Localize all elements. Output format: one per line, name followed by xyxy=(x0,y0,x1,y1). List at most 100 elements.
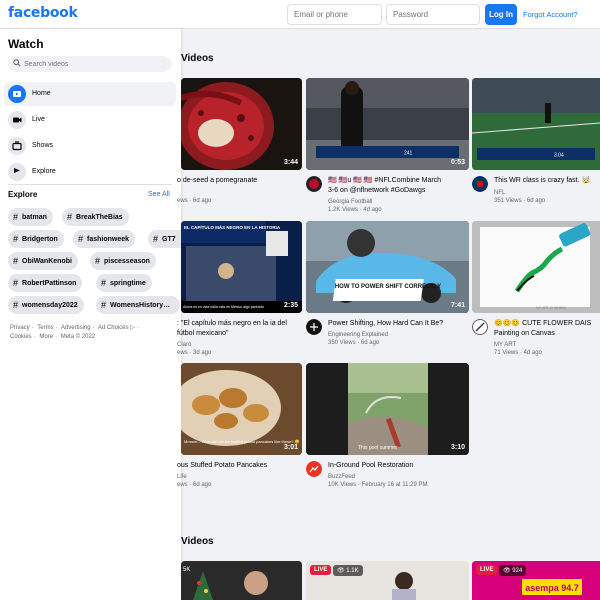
video-thumbnail[interactable]: MY ART CHANNEL xyxy=(472,221,600,313)
video-meta: 350 Views · 6d ago xyxy=(328,340,380,346)
sidebar-item-shows[interactable]: Shows xyxy=(4,134,176,158)
hashtag-chip[interactable]: # fashionweek xyxy=(73,230,136,248)
video-thumbnail[interactable]: 5K xyxy=(181,561,302,600)
video-title[interactable]: ous Stuffed Potato Pancakes xyxy=(177,461,295,471)
sidebar-item-label: Shows xyxy=(32,142,54,149)
eye-icon: 👁 xyxy=(337,568,347,574)
forgot-account-link[interactable]: Forgot Account? xyxy=(523,10,578,19)
explore-heading: Explore xyxy=(8,190,38,199)
facebook-logo[interactable]: facebook xyxy=(8,5,78,21)
video-title[interactable]: 🇺🇸 🇺🇸u 🇺🇸 🇺🇸 #NFLCombine March 3-6 on @n… xyxy=(328,176,446,196)
video-thumbnail[interactable]: This pool summer 3:10 xyxy=(306,363,469,455)
car-banner-text: HOW TO POWER SHIFT CORRECTLY xyxy=(335,284,441,290)
video-duration: 3:10 xyxy=(450,444,465,451)
live-badge: LIVE xyxy=(476,565,498,575)
sidebar-item-label: Live xyxy=(32,116,45,123)
hashtag-icon: # xyxy=(13,212,19,222)
video-thumbnail[interactable]: HOW TO POWER SHIFT CORRECTLY 7:41 xyxy=(306,221,469,313)
hashtag-icon: # xyxy=(13,234,19,244)
channel-name[interactable]: MY ART xyxy=(494,342,516,348)
nfl-score-text: 3.04 xyxy=(554,153,564,159)
sidebar-item-home[interactable]: Home xyxy=(4,82,176,106)
channel-avatar[interactable] xyxy=(306,176,322,192)
video-duration: 3:01 xyxy=(283,444,298,451)
video-title[interactable]: 😊😊😊 CUTE FLOWER DAIS Painting on Canvas xyxy=(494,319,600,339)
video-title[interactable]: o de-seed a pomegranate xyxy=(177,176,295,186)
login-button[interactable]: Log In xyxy=(485,4,517,25)
channel-avatar[interactable] xyxy=(306,319,322,335)
hashtag-icon: # xyxy=(13,256,19,266)
video-duration: 3:44 xyxy=(283,159,298,166)
sidebar-item-live[interactable]: Live xyxy=(4,108,176,132)
potato-pancakes-image: Mmmm... Who can refuse stuffed potato pa… xyxy=(181,363,302,455)
video-meta: ews · 6d ago xyxy=(177,198,212,204)
futbol-image: EL CAPÍTULO MÁS NEGRO EN LA HISTORIA Aho… xyxy=(181,221,302,313)
hashtag-chip[interactable]: # ObiWanKenobi xyxy=(8,252,78,270)
video-thumbnail[interactable]: 241 0:53 xyxy=(306,78,469,170)
footer-link-advertising[interactable]: Advertising xyxy=(61,325,91,331)
hashtag-icon: # xyxy=(101,278,107,288)
channel-avatar[interactable] xyxy=(472,319,488,335)
footer-link-ad-choices[interactable]: Ad Choices ▷ xyxy=(98,325,135,331)
pool-restoration-image: This pool summer xyxy=(306,363,469,455)
hashtag-chip[interactable]: # batman xyxy=(8,208,53,226)
video-thumbnail[interactable]: LIVE 👁 1.1K xyxy=(306,561,469,600)
video-title[interactable]: In-Ground Pool Restoration xyxy=(328,461,446,471)
footer-link-privacy[interactable]: Privacy xyxy=(10,325,30,331)
channel-name[interactable]: NFL xyxy=(494,190,505,196)
hashtag-chip[interactable]: # RobertPattinson xyxy=(8,274,83,292)
brand-text: asempa 94.7 xyxy=(525,583,579,593)
hashtag-icon: # xyxy=(153,234,159,244)
video-thumbnail[interactable]: 3:44 xyxy=(181,78,302,170)
video-meta: 10K Views · February 16 at 11:29 PM xyxy=(328,482,428,488)
video-title[interactable]: Power Shifting, How Hard Can It Be? xyxy=(328,319,446,329)
home-icon xyxy=(8,85,26,103)
channel-name[interactable]: Engineering Explained xyxy=(328,332,388,338)
footer-link-more[interactable]: More xyxy=(39,334,53,340)
video-thumbnail[interactable]: EL CAPÍTULO MÁS NEGRO EN LA HISTORIA Aho… xyxy=(181,221,302,313)
video-meta: ews · 6d ago xyxy=(177,482,212,488)
email-field[interactable] xyxy=(287,4,382,25)
video-thumbnail[interactable]: Mmmm... Who can refuse stuffed potato pa… xyxy=(181,363,302,455)
video-duration: 2:35 xyxy=(283,302,298,309)
search-input[interactable] xyxy=(24,58,164,70)
footer-link-cookies[interactable]: Cookies xyxy=(10,334,32,340)
pancake-caption-text: Mmmm... Who can refuse stuffed potato pa… xyxy=(184,439,300,444)
video-meta: 351 Views · 6d ago xyxy=(494,198,546,204)
search-box[interactable] xyxy=(8,56,172,72)
footer-copyright: Meta © 2022 xyxy=(60,334,96,340)
view-count-badge: 5K xyxy=(183,567,191,573)
sidebar-divider xyxy=(8,184,172,185)
hashtag-icon: # xyxy=(13,300,19,310)
password-field[interactable] xyxy=(386,4,480,25)
sidebar-item-explore[interactable]: Explore xyxy=(4,160,176,184)
painting-image: MY ART CHANNEL xyxy=(472,221,600,313)
sidebar-item-label: Home xyxy=(32,90,51,97)
video-title[interactable]: : "El capítulo más negro en la ia del fú… xyxy=(177,319,295,339)
channel-avatar[interactable] xyxy=(306,461,322,477)
hashtag-icon: # xyxy=(13,278,19,288)
channel-name[interactable]: Georgia Football xyxy=(328,199,372,205)
channel-name[interactable]: BuzzFeed xyxy=(328,474,355,480)
video-thumbnail[interactable]: asempa 94.7 LIVE 👁 924 xyxy=(472,561,600,600)
hashtag-icon: # xyxy=(95,256,101,266)
hashtag-chip[interactable]: # Bridgerton xyxy=(8,230,64,248)
channel-avatar[interactable] xyxy=(472,176,488,192)
hashtag-chip[interactable]: # womensday2022 xyxy=(8,296,84,314)
video-title[interactable]: This WR class is crazy fast. 🤯 xyxy=(494,176,594,186)
hashtag-chip[interactable]: # GT7 xyxy=(148,230,181,248)
hashtag-chip[interactable]: # BreakTheBias xyxy=(62,208,129,226)
see-all-link[interactable]: See All xyxy=(148,191,170,198)
hashtag-chip[interactable]: # WomensHistory… xyxy=(96,296,180,314)
wr-class-image: 3.04 xyxy=(472,78,600,170)
section-title: Videos xyxy=(181,53,214,64)
view-count-badge: 👁 924 xyxy=(499,565,527,576)
hashtag-chip[interactable]: # springtime xyxy=(96,274,152,292)
pool-caption-text: This pool summer xyxy=(358,445,398,451)
art-watermark-text: MY ART CHANNEL xyxy=(536,306,567,310)
hashtag-chip[interactable]: # piscesseason xyxy=(90,252,156,270)
channel-name[interactable]: Claro xyxy=(177,342,191,348)
video-thumbnail[interactable]: 3.04 xyxy=(472,78,600,170)
channel-name[interactable]: Life xyxy=(177,474,187,480)
footer-link-terms[interactable]: Terms xyxy=(37,325,53,331)
